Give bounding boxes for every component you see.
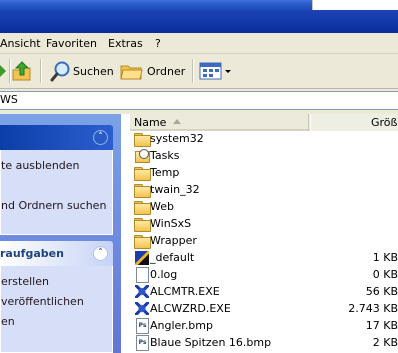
up-folder-icon[interactable] (12, 60, 32, 82)
executable-icon (134, 301, 150, 316)
file-size: 2 KB (372, 336, 398, 349)
menu-favorites[interactable]: Favoriten (46, 37, 97, 50)
task-pane: ˄ te ausblenden nd Ordnern suchen raufga… (0, 114, 121, 353)
task-link-publish[interactable]: veröffentlichen (1, 295, 84, 308)
menu-view[interactable]: Ansicht (0, 37, 41, 50)
folder-icon (134, 199, 151, 215)
file-folder-tasks-header[interactable]: ˄ (0, 125, 113, 150)
file-name: ALCWZRD.EXE (150, 302, 231, 315)
menu-tools[interactable]: Extras (108, 37, 143, 50)
folders-icon[interactable] (120, 61, 144, 81)
list-item[interactable]: system32 (130, 130, 398, 147)
folder-icon (134, 216, 151, 232)
file-size: 56 KB (365, 285, 398, 298)
column-name-label: Name (134, 116, 167, 129)
list-item[interactable]: Blaue Spitzen 16.bmp 2 KB (130, 334, 398, 351)
file-name: Angler.bmp (150, 319, 213, 332)
toolbar: Suchen Ordner (0, 54, 398, 89)
list-item[interactable]: Tasks (130, 147, 398, 164)
list-item[interactable]: twain_32 (130, 181, 398, 198)
address-value[interactable]: WS (0, 93, 18, 106)
task-link-hide[interactable]: te ausblenden (1, 159, 80, 172)
file-name: twain_32 (150, 183, 200, 196)
file-name: Wrapper (150, 234, 197, 247)
list-item[interactable]: _default 1 KB (130, 249, 398, 266)
sort-ascending-icon (173, 119, 181, 124)
file-folder-tasks-body: te ausblenden nd Ordnern suchen (0, 150, 113, 235)
file-name: ALCMTR.EXE (150, 285, 220, 298)
shortcut-icon (134, 250, 150, 265)
list-item[interactable]: ALCMTR.EXE 56 KB (130, 283, 398, 300)
file-name: Blaue Spitzen 16.bmp (150, 336, 272, 349)
list-item[interactable]: Web (130, 198, 398, 215)
address-field[interactable] (0, 91, 398, 110)
folder-icon (134, 165, 151, 181)
other-tasks-header[interactable]: raufgaben ˄ (0, 241, 113, 266)
collapse-chevron-icon[interactable]: ˄ (93, 246, 108, 261)
executable-icon (134, 284, 150, 299)
search-icon[interactable] (50, 60, 72, 82)
file-name: system32 (150, 132, 204, 145)
forward-arrow-icon[interactable] (0, 62, 8, 80)
file-name: Web (150, 200, 174, 213)
list-item[interactable]: ALCWZRD.EXE 2.743 KB (130, 300, 398, 317)
view-menu-icon[interactable] (199, 62, 233, 80)
menu-bar: Ansicht Favoriten Extras ? (0, 33, 398, 54)
list-item[interactable]: Angler.bmp 17 KB (130, 317, 398, 334)
folder-icon (134, 233, 151, 249)
file-size: 2.743 KB (348, 302, 398, 315)
other-tasks-title: raufgaben (0, 247, 64, 260)
file-name: WinSxS (150, 217, 192, 230)
file-size: 17 KB (365, 319, 398, 332)
toolbar-separator (40, 59, 41, 83)
list-item[interactable]: WinSxS (130, 215, 398, 232)
document-icon (134, 267, 150, 283)
bitmap-icon (134, 335, 150, 351)
window-caption (0, 10, 398, 33)
search-button-label[interactable]: Suchen (73, 65, 114, 78)
file-name: 0.log (150, 268, 178, 281)
toolbar-separator (192, 59, 193, 83)
title-bar (0, 0, 312, 10)
tasks-folder-icon (134, 148, 150, 163)
collapse-chevron-icon[interactable]: ˄ (93, 130, 108, 145)
list-item[interactable]: Wrapper (130, 232, 398, 249)
column-size-label: Größe (371, 116, 398, 129)
other-tasks-body: erstellen veröffentlichen en (0, 266, 113, 353)
file-size: 0 KB (372, 268, 398, 281)
task-link-share[interactable]: en (1, 315, 15, 328)
folder-icon (134, 131, 151, 147)
task-link-create[interactable]: erstellen (1, 275, 49, 288)
column-header-name[interactable]: Name (130, 114, 309, 131)
toolbar-separator (9, 59, 10, 83)
file-size: 1 KB (372, 251, 398, 264)
task-link-search[interactable]: nd Ordnern suchen (1, 199, 106, 212)
file-name: _default (150, 251, 195, 264)
column-header-size[interactable]: Größe (310, 114, 398, 131)
list-item[interactable]: 0.log 0 KB (130, 266, 398, 283)
folder-icon (134, 182, 151, 198)
list-item[interactable]: Temp (130, 164, 398, 181)
file-name: Tasks (150, 149, 180, 162)
title-bar-right (312, 0, 398, 10)
bitmap-icon (134, 318, 150, 334)
folders-button-label[interactable]: Ordner (147, 65, 185, 78)
column-header: Name Größe (130, 114, 398, 131)
file-name: Temp (150, 166, 180, 179)
menu-help[interactable]: ? (155, 37, 161, 50)
